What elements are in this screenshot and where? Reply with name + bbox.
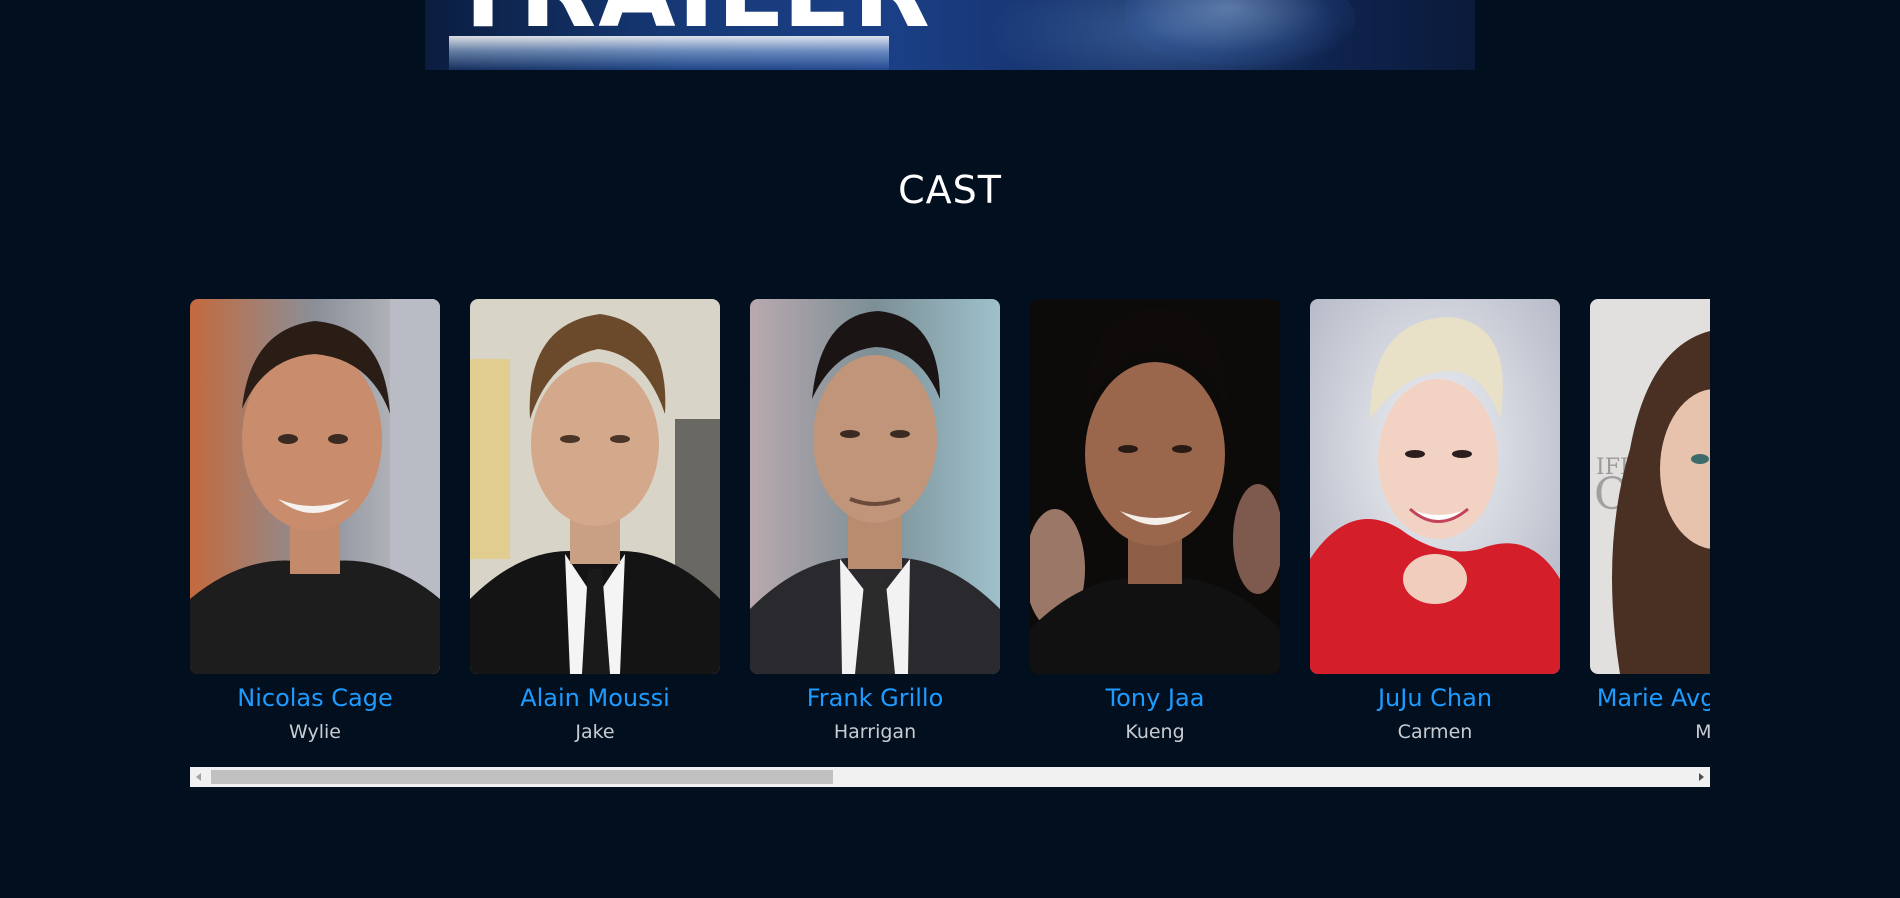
- trailer-title-reflection: [449, 36, 889, 70]
- cast-heading: CAST: [898, 168, 1002, 212]
- character-name: Carmen: [1397, 721, 1473, 743]
- cast-carousel[interactable]: Nicolas Cage Wylie Alain Moussi Jake Fra…: [190, 299, 1710, 789]
- actor-photo[interactable]: [750, 299, 1000, 674]
- character-name: Mae: [1695, 721, 1710, 743]
- actor-photo[interactable]: [470, 299, 720, 674]
- actor-name-link[interactable]: Marie Avgeropoulos: [1590, 684, 1710, 712]
- actor-name-link[interactable]: Tony Jaa: [1030, 684, 1280, 712]
- cast-card[interactable]: Nicolas Cage Wylie: [190, 299, 440, 769]
- character-name: Jake: [575, 721, 615, 743]
- trailer-banner[interactable]: TRAILER: [425, 0, 1475, 70]
- actor-photo[interactable]: [1310, 299, 1560, 674]
- cast-card[interactable]: Frank Grillo Harrigan: [750, 299, 1000, 769]
- scroll-right-arrow-icon[interactable]: [1693, 767, 1710, 787]
- cast-card[interactable]: IFI O Marie Avgeropoulos Mae: [1590, 299, 1710, 769]
- actor-name-link[interactable]: Frank Grillo: [750, 684, 1000, 712]
- actor-photo[interactable]: [190, 299, 440, 674]
- actor-photo[interactable]: [1030, 299, 1280, 674]
- character-name: Harrigan: [833, 721, 917, 743]
- actor-name-link[interactable]: JuJu Chan: [1310, 684, 1560, 712]
- actor-photo[interactable]: IFI O: [1590, 299, 1710, 674]
- cast-card[interactable]: Tony Jaa Kueng: [1030, 299, 1280, 769]
- actor-name-link[interactable]: Alain Moussi: [470, 684, 720, 712]
- character-name: Kueng: [1125, 721, 1185, 743]
- character-name: Wylie: [289, 721, 341, 743]
- actor-name-link[interactable]: Nicolas Cage: [190, 684, 440, 712]
- scroll-left-arrow-icon[interactable]: [190, 767, 207, 787]
- cast-track: Nicolas Cage Wylie Alain Moussi Jake Fra…: [190, 299, 1710, 769]
- movie-detail-page: TRAILER CAST: [0, 0, 1900, 898]
- cast-card[interactable]: JuJu Chan Carmen: [1310, 299, 1560, 769]
- cast-card[interactable]: Alain Moussi Jake: [470, 299, 720, 769]
- scrollbar-thumb[interactable]: [211, 770, 833, 784]
- cast-horizontal-scrollbar[interactable]: [190, 767, 1710, 787]
